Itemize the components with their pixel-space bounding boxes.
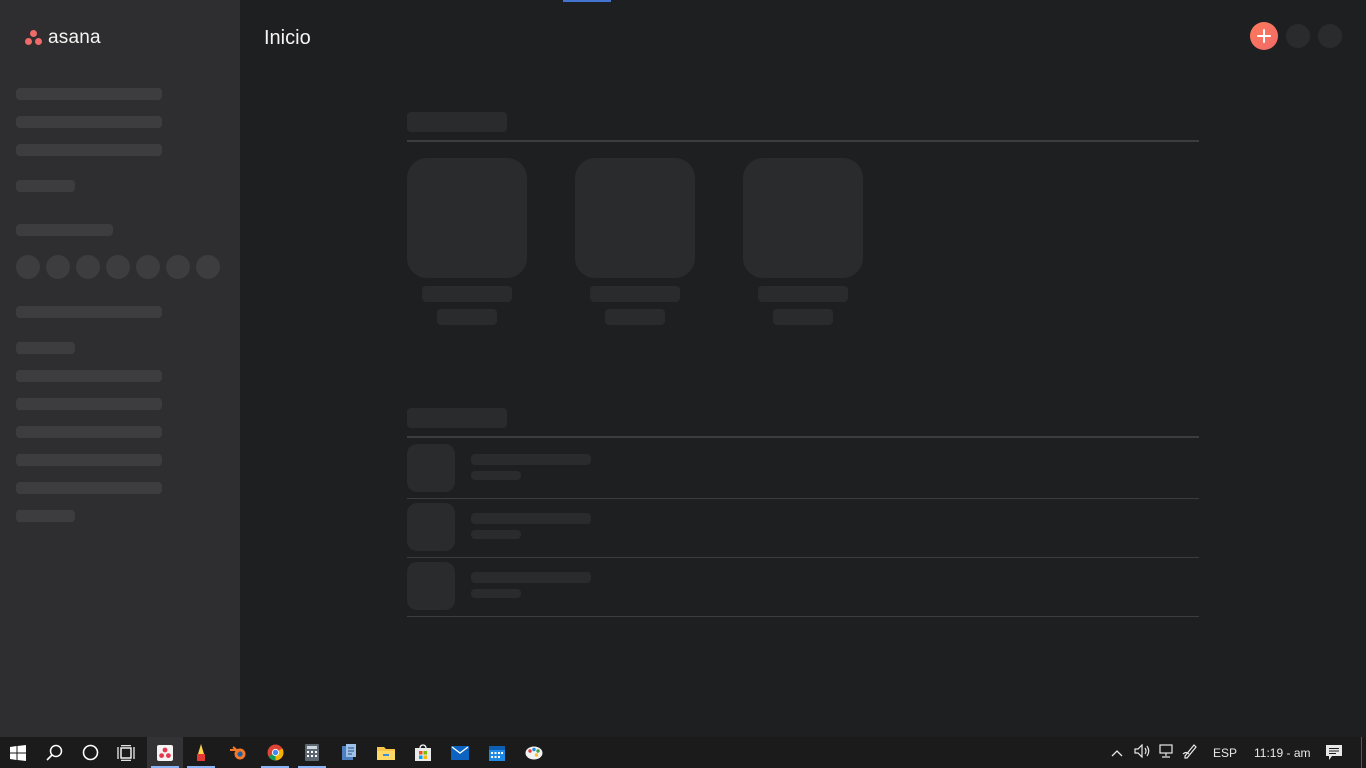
sidebar-skeleton-item: [16, 426, 162, 438]
add-button[interactable]: [1250, 22, 1278, 50]
sidebar-skeleton-avatar: [166, 255, 190, 279]
task-view-icon: [117, 744, 135, 761]
sidebar: asana: [0, 0, 240, 737]
list-item-thumb-skeleton: [407, 503, 455, 551]
input-language[interactable]: ESP: [1213, 746, 1237, 760]
row-divider: [407, 498, 1199, 499]
taskbar-app-blender[interactable]: [220, 737, 256, 768]
system-tray: ESP 11:19 - am: [1108, 737, 1311, 768]
list-item-title-skeleton: [471, 454, 591, 465]
asana-window: asana Inicio: [0, 0, 1366, 737]
search-button[interactable]: [36, 737, 72, 768]
sidebar-skeleton-avatar: [136, 255, 160, 279]
sidebar-skeleton-item: [16, 482, 162, 494]
taskbar-app-paint[interactable]: [183, 737, 219, 768]
help-button[interactable]: [1286, 24, 1310, 48]
project-card-skeleton[interactable]: [743, 158, 863, 278]
show-desktop-button[interactable]: [1361, 737, 1362, 768]
notification-icon: [1326, 745, 1342, 760]
list-item-thumb-skeleton: [407, 444, 455, 492]
taskbar-app-chrome[interactable]: [257, 737, 293, 768]
taskbar-app-mail[interactable]: [442, 737, 478, 768]
mail-icon: [451, 745, 469, 760]
cortana-button[interactable]: [72, 737, 108, 768]
search-icon: [45, 744, 62, 761]
sidebar-skeleton-item: [16, 116, 162, 128]
taskbar-app-calculator[interactable]: [294, 737, 330, 768]
task-view-button[interactable]: [108, 737, 144, 768]
paint-icon: [197, 743, 205, 761]
project-card-skeleton[interactable]: [407, 158, 527, 278]
action-center-button[interactable]: [1316, 737, 1352, 768]
taskbar-app-store[interactable]: [405, 737, 441, 768]
card-title-skeleton: [590, 286, 680, 302]
asana-logo[interactable]: asana: [25, 27, 101, 49]
show-hidden-icons-chevron-up-icon[interactable]: [1108, 746, 1126, 760]
sidebar-skeleton-heading: [16, 224, 113, 236]
list-item-subtitle-skeleton: [471, 471, 521, 480]
asana-logo-icon: [25, 30, 42, 46]
sidebar-skeleton-avatar: [106, 255, 130, 279]
plus-icon: [1257, 29, 1271, 43]
taskbar-app-calendar[interactable]: [479, 737, 515, 768]
list-item-title-skeleton: [471, 572, 591, 583]
list-item-title-skeleton: [471, 513, 591, 524]
project-card-skeleton[interactable]: [575, 158, 695, 278]
clock[interactable]: 11:19 - am: [1254, 746, 1310, 760]
file-manager-icon: [342, 744, 356, 760]
sidebar-skeleton-heading: [16, 342, 75, 354]
row-divider: [407, 616, 1199, 617]
sidebar-skeleton-item: [16, 88, 162, 100]
store-icon: [415, 744, 431, 761]
list-item-subtitle-skeleton: [471, 530, 521, 539]
brand-name: asana: [48, 27, 101, 48]
cortana-icon: [82, 744, 98, 761]
taskbar-app-asana[interactable]: [147, 737, 183, 768]
sidebar-skeleton-item: [16, 144, 162, 156]
list-item-subtitle-skeleton: [471, 589, 521, 598]
sidebar-skeleton-avatar: [196, 255, 220, 279]
profile-avatar[interactable]: [1318, 24, 1342, 48]
calendar-icon: [489, 745, 505, 761]
row-divider: [407, 557, 1199, 558]
chrome-icon: [267, 744, 283, 761]
windows-start-icon: [10, 744, 26, 761]
section-heading-skeleton: [407, 112, 507, 132]
file-explorer-icon: [377, 747, 395, 760]
taskbar-app-paint3d[interactable]: [516, 737, 552, 768]
sidebar-skeleton-avatar: [46, 255, 70, 279]
sidebar-skeleton-item: [16, 454, 162, 466]
taskbar-app-file-explorer[interactable]: [368, 737, 404, 768]
card-title-skeleton: [422, 286, 512, 302]
sidebar-skeleton-avatar: [76, 255, 100, 279]
windows-taskbar: ESP 11:19 - am: [0, 737, 1366, 768]
calculator-icon: [305, 744, 319, 761]
section-divider: [407, 140, 1199, 142]
volume-icon[interactable]: [1130, 743, 1154, 761]
network-icon[interactable]: [1154, 744, 1178, 761]
list-item-thumb-skeleton: [407, 562, 455, 610]
section-divider: [407, 436, 1199, 438]
sidebar-skeleton-heading: [16, 180, 75, 192]
active-tab-indicator: [563, 0, 611, 2]
taskbar-app-file-manager[interactable]: [331, 737, 367, 768]
asana-app-icon: [157, 744, 173, 761]
sidebar-skeleton-item: [16, 370, 162, 382]
windows-start-button[interactable]: [0, 737, 36, 768]
blender-icon: [230, 745, 246, 759]
sidebar-skeleton-item: [16, 398, 162, 410]
sidebar-skeleton-item: [16, 306, 162, 318]
sidebar-skeleton-item: [16, 510, 75, 522]
card-title-skeleton: [758, 286, 848, 302]
section-heading-skeleton: [407, 408, 507, 428]
paint3d-icon: [525, 746, 543, 759]
page-title: Inicio: [264, 27, 311, 49]
card-subtitle-skeleton: [773, 309, 833, 325]
sidebar-skeleton-avatar: [16, 255, 40, 279]
pen-workspace-icon[interactable]: [1178, 743, 1202, 762]
card-subtitle-skeleton: [605, 309, 665, 325]
card-subtitle-skeleton: [437, 309, 497, 325]
